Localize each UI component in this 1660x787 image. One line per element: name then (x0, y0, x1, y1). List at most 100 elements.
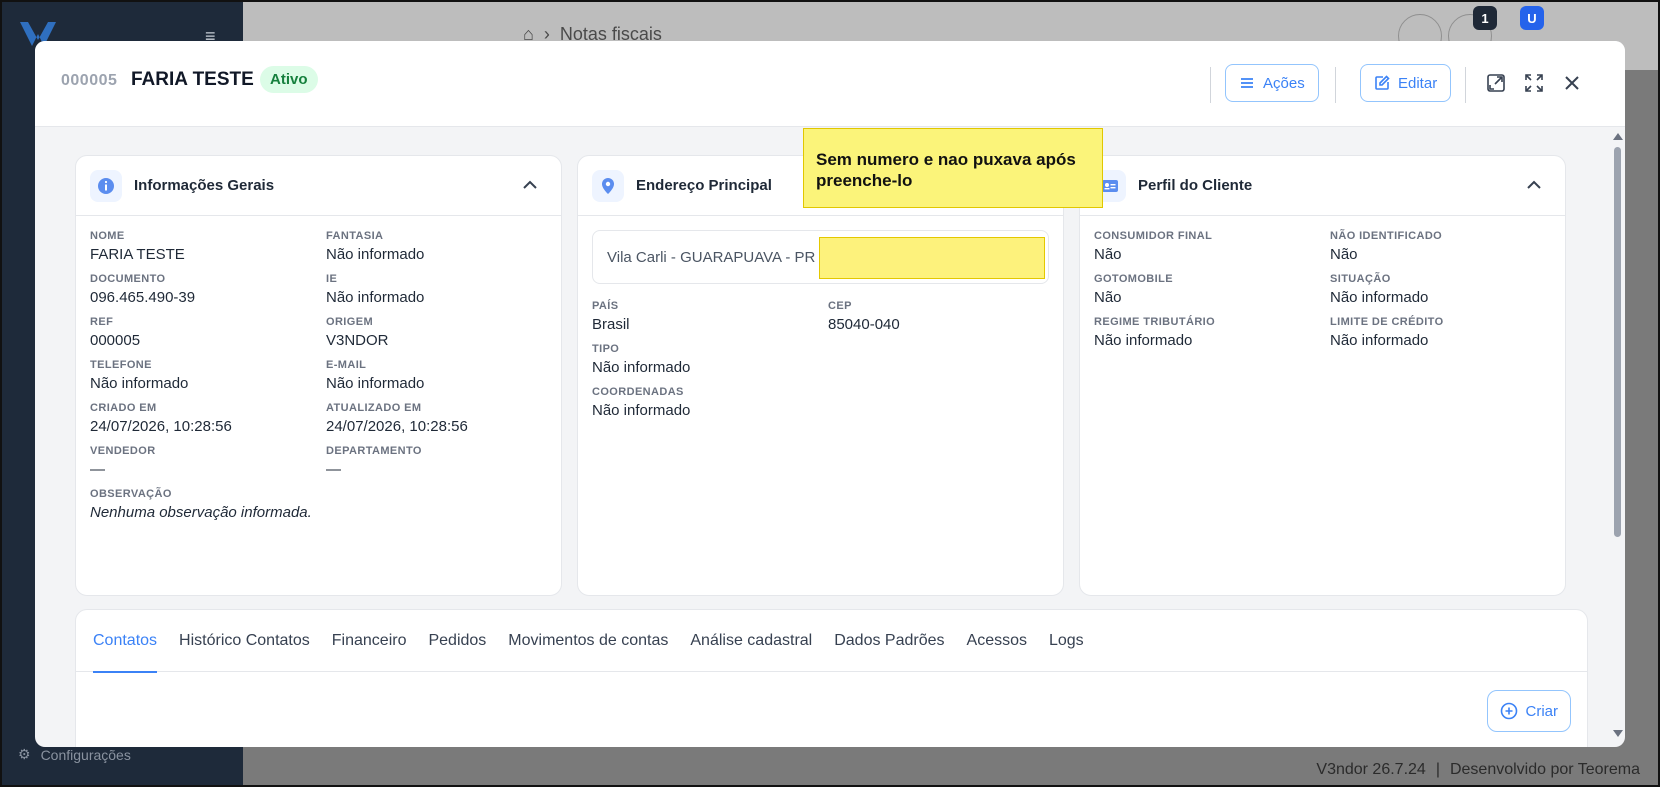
gear-icon: ⚙ (18, 746, 31, 762)
address-fields: PAÍS Brasil CEP 85040-040 TIPO Não informad… (578, 284, 1063, 419)
field-label: DEPARTAMENTO (326, 445, 422, 457)
tab-contatos[interactable]: Contatos (93, 610, 158, 673)
edit-button[interactable]: Editar (1360, 64, 1452, 102)
client-profile-header[interactable]: Perfil do Cliente (1080, 156, 1565, 216)
field-label: VENDEDOR (90, 445, 156, 457)
field-value: 85040-040 (828, 316, 900, 333)
field-label: NOME (90, 230, 125, 242)
create-button[interactable]: Criar (1486, 690, 1571, 732)
field-label: NÃO IDENTIFICADO (1330, 230, 1443, 242)
address-card: Endereço Principal Vila Carli - GUARAPUA… (577, 155, 1064, 596)
field-label: REGIME TRIBUTÁRIO (1094, 316, 1216, 328)
client-profile-fields: CONSUMIDOR FINAL Não NÃO IDENTIFICADO Não … (1080, 216, 1565, 349)
field-value: Não informado (592, 402, 691, 419)
field-value: Nenhuma observação informada. (90, 504, 312, 521)
field-label: CONSUMIDOR FINAL (1094, 230, 1213, 242)
field-value: Não informado (592, 359, 691, 376)
actions-button-label: Ações (1263, 74, 1305, 92)
field-value: Não informado (1330, 289, 1429, 306)
general-info-card: Informações Gerais NOME FARIA TESTE FANTA… (75, 155, 562, 596)
field-label: ATUALIZADO EM (326, 402, 422, 414)
client-name-title: FARIA TESTE (131, 69, 254, 90)
chevron-up-icon[interactable] (521, 176, 539, 194)
field-value: Não informado (326, 246, 425, 263)
cart-count-badge: 1 (1473, 6, 1497, 30)
field-value: Não informado (1094, 332, 1193, 349)
field-value: Não (1094, 289, 1122, 306)
field-label: REF (90, 316, 114, 328)
tab-dados-padroes[interactable]: Dados Padrões (834, 610, 944, 672)
general-info-fields: NOME FARIA TESTE FANTASIA Não informado DO… (76, 216, 561, 521)
edit-icon (1375, 75, 1390, 90)
field-value: Não (1330, 246, 1358, 263)
annotation-note: Sem numero e nao puxava após preenche-lo (803, 128, 1103, 208)
tab-acessos[interactable]: Acessos (967, 610, 1027, 672)
field-value: — (326, 461, 341, 478)
field-label: TIPO (592, 343, 620, 355)
field-label: TELEFONE (90, 359, 152, 371)
address-line-box: Vila Carli - GUARAPUAVA - PR (592, 230, 1049, 284)
field-label: SITUAÇÃO (1330, 273, 1391, 285)
info-icon (90, 169, 122, 202)
scrollbar-thumb[interactable] (1614, 147, 1621, 537)
scroll-down-arrow-icon[interactable] (1613, 730, 1623, 737)
create-button-label: Criar (1525, 702, 1559, 720)
client-profile-card: Perfil do Cliente CONSUMIDOR FINAL Não NÃ… (1079, 155, 1566, 596)
modal-header: 000005 FARIA TESTE Ativo Ações Editar (35, 41, 1625, 127)
status-badge: Ativo (260, 66, 318, 93)
close-icon[interactable] (1561, 72, 1583, 94)
tab-financeiro[interactable]: Financeiro (332, 610, 407, 672)
field-value: — (90, 461, 105, 478)
field-label: DOCUMENTO (90, 273, 166, 285)
field-label: OBSERVAÇÃO (90, 488, 172, 500)
field-label: COORDENADAS (592, 386, 684, 398)
footer-developer: Desenvolvido por Teorema (1449, 761, 1640, 778)
header-divider (1210, 67, 1211, 103)
field-label: CRIADO EM (90, 402, 157, 414)
client-code: 000005 (61, 72, 118, 89)
field-label: ORIGEM (326, 316, 374, 328)
location-pin-icon (592, 169, 624, 202)
tab-analise-cadastral[interactable]: Análise cadastral (690, 610, 812, 672)
sidebar-item-label: Configurações (40, 746, 131, 763)
field-label: GOTOMOBILE (1094, 273, 1173, 285)
tab-logs[interactable]: Logs (1049, 610, 1084, 672)
list-icon (1241, 78, 1253, 88)
actions-button[interactable]: Ações (1225, 64, 1319, 102)
header-divider (1465, 67, 1466, 103)
header-divider (1335, 67, 1336, 103)
field-value: Brasil (592, 316, 630, 333)
field-value: 000005 (90, 332, 141, 349)
avatar[interactable]: U (1520, 6, 1544, 30)
field-value: FARIA TESTE (90, 246, 185, 263)
address-title: Endereço Principal (636, 177, 772, 194)
open-external-icon[interactable] (1485, 72, 1507, 94)
sidebar-item-configuracoes[interactable]: ⚙ Configurações (18, 746, 131, 763)
field-value: 24/07/2026, 10:28:56 (326, 418, 468, 435)
footer-version: V3ndor 26.7.24 (1316, 761, 1426, 778)
footer-separator: | (1435, 761, 1440, 778)
field-value: Não informado (90, 375, 189, 392)
scroll-up-arrow-icon[interactable] (1613, 133, 1623, 140)
tab-historico-contatos[interactable]: Histórico Contatos (179, 610, 310, 672)
modal-scrollbar[interactable] (1611, 131, 1623, 741)
app-footer: V3ndor 26.7.24 | Desenvolvido por Teorem… (1316, 761, 1640, 779)
field-label: IE (326, 273, 338, 285)
field-value: Não informado (326, 375, 425, 392)
expand-icon[interactable] (1523, 72, 1545, 94)
field-label: E-MAIL (326, 359, 367, 371)
tab-bar: Contatos Histórico Contatos Financeiro P… (76, 610, 1587, 673)
general-info-header[interactable]: Informações Gerais (76, 156, 561, 216)
chevron-up-icon[interactable] (1525, 176, 1543, 194)
general-info-title: Informações Gerais (134, 177, 275, 194)
field-value: 096.465.490-39 (90, 289, 196, 306)
highlight-box (819, 237, 1045, 279)
plus-circle-icon (1500, 702, 1517, 720)
tabs-panel: Contatos Histórico Contatos Financeiro P… (75, 609, 1588, 747)
field-label: PAÍS (592, 300, 619, 312)
edit-button-label: Editar (1398, 74, 1438, 92)
tab-pedidos[interactable]: Pedidos (428, 610, 486, 672)
client-profile-title: Perfil do Cliente (1138, 177, 1253, 194)
tab-movimentos-de-contas[interactable]: Movimentos de contas (508, 610, 668, 672)
field-value: Não (1094, 246, 1122, 263)
